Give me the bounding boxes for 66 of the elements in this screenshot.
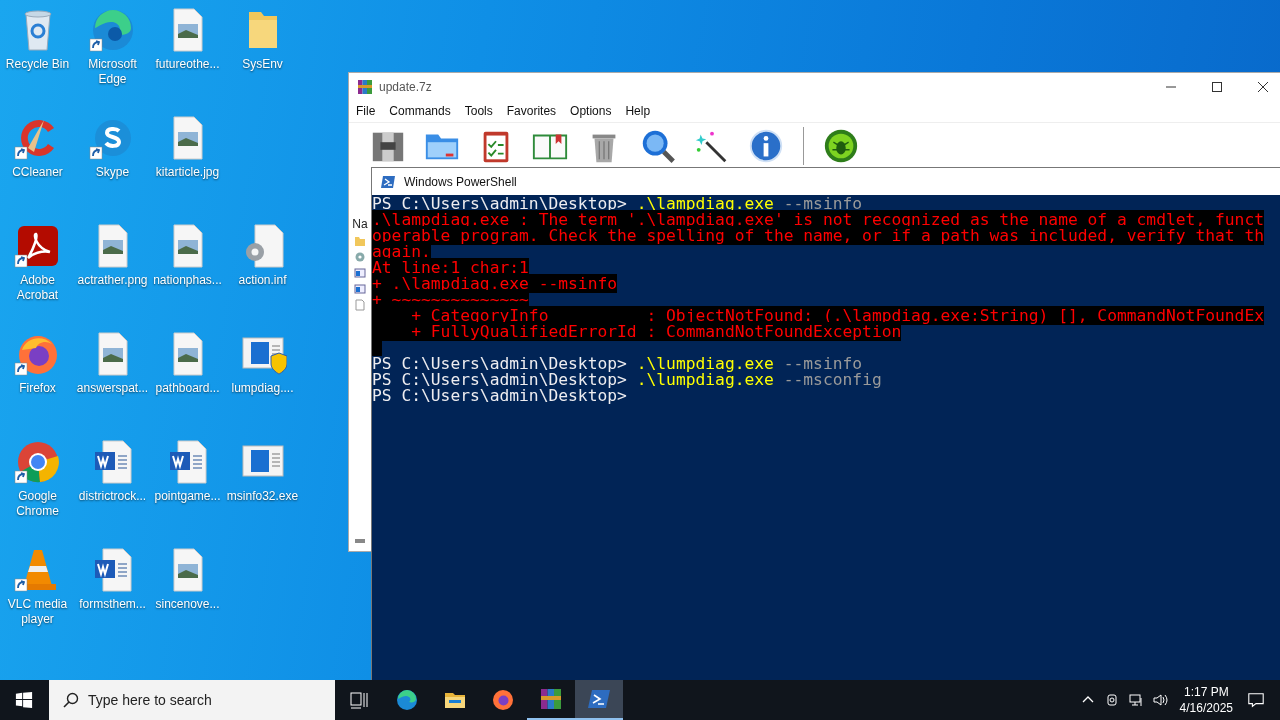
icon-label: action.inf <box>237 273 288 288</box>
firefox-icon <box>491 688 515 712</box>
notification-icon[interactable] <box>1247 691 1265 709</box>
info-icon[interactable] <box>747 127 785 165</box>
icon-label: sincenove... <box>154 597 221 612</box>
window-title: update.7z <box>379 79 432 94</box>
icon-label: Skype <box>94 165 131 180</box>
icon-label: answerspat... <box>75 381 150 396</box>
edge-icon <box>395 688 419 712</box>
menu-item[interactable]: Tools <box>464 104 493 118</box>
icon-label: districtrock... <box>77 489 148 504</box>
task-view-icon[interactable] <box>349 690 369 710</box>
clock-time[interactable]: 1:17 PM <box>1183 684 1229 700</box>
search-field[interactable]: Type here to search <box>49 680 335 720</box>
icon-label: actrather.png <box>76 273 149 288</box>
menu-item[interactable]: File <box>356 104 376 118</box>
icon-label: pathboard... <box>154 381 221 396</box>
icon-label: Firefox <box>18 381 57 396</box>
console-text: .\lampdiag.exe <box>636 194 774 213</box>
console-text: PS C:\Users\admin\Desktop> <box>372 354 628 373</box>
icon-label: Google Chrome <box>15 489 60 519</box>
icon-label: kitarticle.jpg <box>154 165 221 180</box>
icon-label: Recycle Bin <box>4 57 71 72</box>
powershell-icon <box>380 173 396 190</box>
bug-icon[interactable] <box>822 127 860 165</box>
error-text: operable program. Check the spelling of the name, or if a path was included, verify that th <box>372 226 1264 245</box>
error-text: + FullyQualifiedErrorId : CommandNotFoundException <box>372 322 902 341</box>
powershell-icon <box>587 687 611 711</box>
console-text: PS C:\Users\admin\Desktop> <box>372 194 628 213</box>
icon-label: VLC media player <box>6 597 69 627</box>
icon-label: formsthem... <box>78 597 147 612</box>
console-text: .\lumpdiag.exe <box>636 354 774 373</box>
clock-date[interactable]: 4/16/2025 <box>1179 700 1233 716</box>
console-cursor <box>372 340 382 356</box>
archive-app-icon <box>357 78 373 95</box>
powershell-taskbar-button[interactable] <box>575 680 623 720</box>
volume-icon[interactable] <box>1151 692 1168 708</box>
folder-icon <box>354 235 366 247</box>
icon-label: Adobe Acrobat <box>15 273 60 303</box>
console-text: --msconfig <box>782 370 882 389</box>
icon-label: nationphas... <box>152 273 223 288</box>
maximize-icon[interactable] <box>1211 80 1223 93</box>
window-icon <box>354 267 366 279</box>
menu-item[interactable]: Options <box>570 104 612 118</box>
icon-label: CCleaner <box>11 165 64 180</box>
window-title: Windows PowerShell <box>404 174 517 189</box>
icon-label: lumpdiag.... <box>230 381 295 396</box>
menu-item[interactable]: Favorites <box>506 104 557 118</box>
start-icon[interactable] <box>15 691 33 709</box>
icon-label: msinfo32.exe <box>225 489 300 504</box>
archiver-icon <box>539 687 563 711</box>
search-icon <box>63 692 79 708</box>
gear-icon <box>354 251 366 263</box>
window-icon <box>354 283 366 295</box>
console-text: --msinfo <box>782 354 863 373</box>
file-icon <box>354 299 366 311</box>
icon-label: Microsoft Edge <box>87 57 138 87</box>
network-icon[interactable] <box>1127 692 1144 708</box>
console-text: --msinfo <box>782 194 863 213</box>
icon-label: futureothe... <box>154 57 221 72</box>
column-header[interactable]: Na <box>352 217 368 231</box>
icon-label: SysEnv <box>241 57 284 72</box>
close-icon[interactable] <box>1257 80 1269 93</box>
menu-item[interactable]: Commands <box>389 104 451 118</box>
icon-label: pointgame... <box>153 489 222 504</box>
menu-item[interactable]: Help <box>625 104 651 118</box>
